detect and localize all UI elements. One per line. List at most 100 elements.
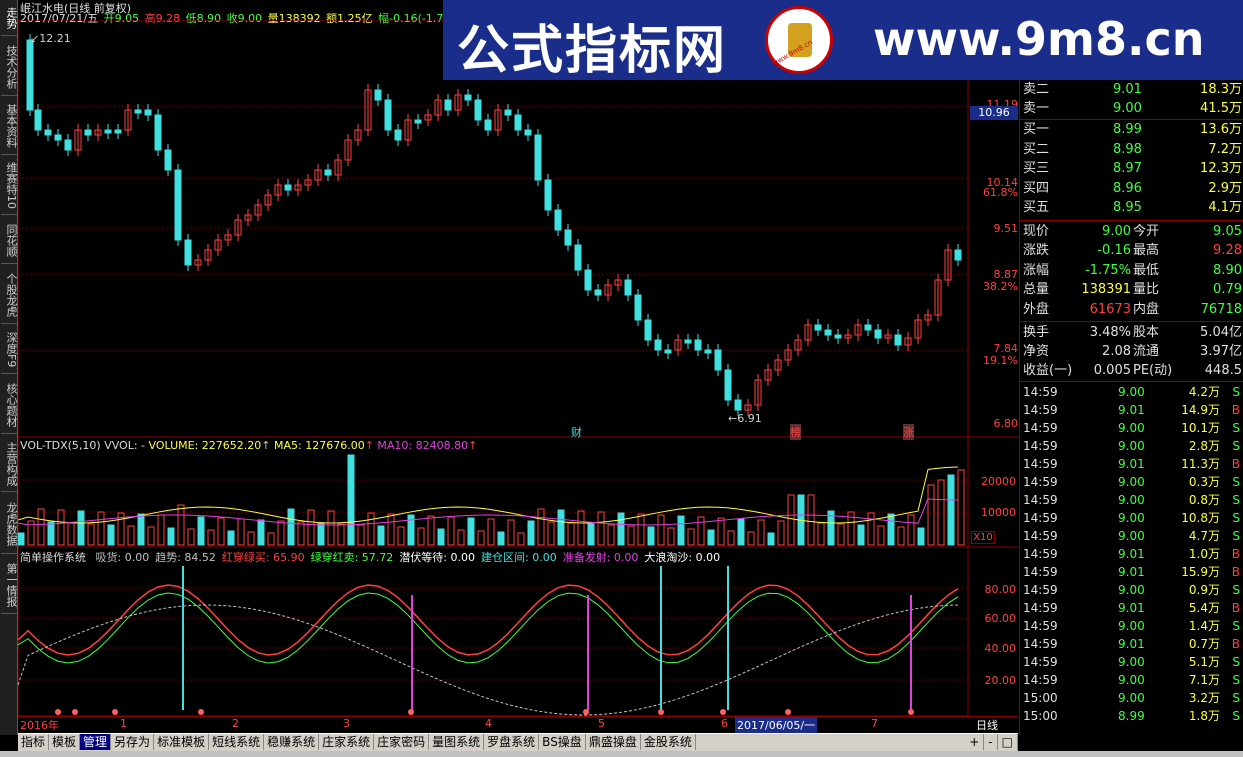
- trade-volume: 0.9万: [1188, 583, 1220, 597]
- indicator-green-line: [18, 592, 959, 664]
- trade-time: 15:00: [1023, 709, 1058, 723]
- toolbar-button-4[interactable]: 标准模板: [154, 734, 210, 750]
- toolbar-button-2[interactable]: 管理: [80, 734, 112, 750]
- buy-level-0[interactable]: 买一 8.99 13.6万: [1020, 120, 1243, 139]
- toolbar-small-button-1[interactable]: -: [984, 734, 998, 750]
- volume-bar: [67, 522, 75, 546]
- toolbar-button-6[interactable]: 稳赚系统: [264, 734, 320, 750]
- fund-label-1: 净资: [1023, 344, 1050, 359]
- marker-zhang: 涨: [903, 424, 914, 440]
- trade-price: 9.00: [1118, 511, 1145, 525]
- trade-side: S: [1232, 421, 1240, 435]
- trade-time: 14:59: [1023, 655, 1058, 669]
- trade-volume: 0.8万: [1188, 493, 1220, 507]
- candle-body: [284, 184, 292, 191]
- trade-row: 14:59 9.00 4.7万 S: [1020, 527, 1243, 545]
- buy-level-label: 买三: [1023, 161, 1050, 176]
- candle-body: [104, 129, 112, 134]
- trade-side: B: [1231, 637, 1240, 651]
- volume-bar: [717, 517, 725, 546]
- candle-body: [624, 279, 632, 296]
- status-strip: [0, 751, 1243, 757]
- volume-bar: [497, 531, 505, 546]
- volume-bar: [757, 519, 765, 546]
- volume-bar: [517, 532, 525, 546]
- volume-bar: [357, 524, 365, 546]
- candle-body: [26, 39, 34, 111]
- trade-volume: 3.2万: [1188, 691, 1220, 705]
- quote-value-2: 8.90: [1213, 262, 1242, 278]
- quote-value-2: 76718: [1200, 301, 1242, 317]
- sidebar-tab-8[interactable]: 龙虎数据: [1, 494, 17, 554]
- sidebar-tab-1[interactable]: 基本资料: [1, 98, 17, 155]
- sidebar-tab-0[interactable]: 技术分析: [1, 38, 17, 96]
- trade-volume: 7.1万: [1188, 673, 1220, 687]
- signal-marker: [112, 709, 118, 715]
- toolbar-small-button-2[interactable]: □: [998, 734, 1018, 750]
- price-highlight-badge: 10.96: [970, 106, 1018, 120]
- ma10-label: MA10: 82408.80: [377, 439, 469, 452]
- indicator-item-2: 红穿绿买: 65.90: [221, 551, 305, 564]
- trade-time: 14:59: [1023, 673, 1058, 687]
- fund-label-1: 收益(一): [1023, 363, 1073, 378]
- candle-body: [554, 209, 562, 231]
- volume-bar: [297, 521, 305, 546]
- toolbar-button-10[interactable]: 罗盘系统: [484, 734, 540, 750]
- candle-body: [474, 99, 482, 121]
- trade-price: 9.00: [1118, 475, 1145, 489]
- buy-level-1[interactable]: 买二 8.98 7.2万: [1020, 140, 1243, 159]
- signal-marker: [720, 709, 726, 715]
- sidebar-tab-5[interactable]: 深度F9: [1, 326, 17, 374]
- sell-level-1[interactable]: 卖一 9.00 41.5万: [1020, 99, 1243, 118]
- trade-price: 9.00: [1118, 655, 1145, 669]
- trades-divider: [1020, 381, 1243, 382]
- trade-volume: 5.1万: [1188, 655, 1220, 669]
- indicator-axis-label-2: 40.00: [984, 642, 1017, 655]
- candle-body: [584, 269, 592, 291]
- toolbar-button-1[interactable]: 模板: [49, 734, 81, 750]
- trade-side: S: [1232, 475, 1240, 489]
- toolbar-button-3[interactable]: 另存为: [111, 734, 155, 750]
- trade-volume: 10.8万: [1181, 511, 1220, 525]
- trade-row: 14:59 9.01 5.4万 B: [1020, 599, 1243, 617]
- sidebar-tab-7[interactable]: 主营构成: [1, 436, 17, 492]
- buy-level-label: 买二: [1023, 141, 1050, 157]
- period-label[interactable]: 日线: [976, 717, 998, 733]
- toolbar-button-12[interactable]: 鼎盛操盘: [586, 734, 641, 750]
- signal-marker: [72, 709, 78, 715]
- indicator-axis-label-0: 80.00: [984, 583, 1017, 596]
- kline-chart-area[interactable]: [18, 20, 1018, 716]
- toolbar-button-9[interactable]: 量图系统: [429, 734, 485, 750]
- sidebar-tab-3[interactable]: 同花顺: [1, 218, 17, 264]
- toolbar-button-5[interactable]: 短线系统: [209, 734, 265, 750]
- candle-body: [814, 324, 822, 331]
- buy-level-4[interactable]: 买五 8.95 4.1万: [1020, 198, 1243, 217]
- toolbar-button-13[interactable]: 金股系统: [641, 734, 696, 750]
- sidebar-tab-6[interactable]: 核心题材: [1, 376, 17, 434]
- buy-level-3[interactable]: 买四 8.96 2.9万: [1020, 179, 1243, 198]
- toolbar-button-11[interactable]: BS操盘: [539, 734, 586, 750]
- sell-level-0[interactable]: 卖二 9.01 18.3万: [1020, 80, 1243, 99]
- toolbar-button-7[interactable]: 庄家系统: [319, 734, 375, 750]
- trade-volume: 4.7万: [1188, 529, 1220, 543]
- volume-bar: [707, 529, 715, 546]
- toolbar-button-0[interactable]: 指标: [18, 734, 50, 750]
- volume-bar: [277, 520, 285, 546]
- trade-side: S: [1232, 691, 1240, 705]
- sidebar-tab-trend[interactable]: 走势: [1, 0, 17, 36]
- sidebar-tab-9[interactable]: 第一情报: [1, 556, 17, 614]
- sell-level-volume: 18.3万: [1200, 82, 1242, 97]
- sidebar-tab-4[interactable]: 个股龙虎: [1, 266, 17, 324]
- sell-level-volume: 41.5万: [1200, 101, 1242, 116]
- volume-bar: [287, 508, 295, 546]
- buy-level-volume: 13.6万: [1200, 122, 1242, 137]
- quote-value-2: 9.28: [1213, 243, 1242, 258]
- sidebar-tab-2[interactable]: 维赛特10: [1, 157, 17, 215]
- volume-bar: [197, 516, 205, 546]
- fund-value-1: 3.48%: [1089, 325, 1131, 340]
- trade-price: 9.00: [1118, 529, 1145, 543]
- quote-row-4: 外盘 61673 内盘 76718: [1020, 300, 1243, 319]
- toolbar-button-8[interactable]: 庄家密码: [374, 734, 430, 750]
- toolbar-small-button-0[interactable]: +: [965, 734, 985, 750]
- buy-level-2[interactable]: 买三 8.97 12.3万: [1020, 159, 1243, 178]
